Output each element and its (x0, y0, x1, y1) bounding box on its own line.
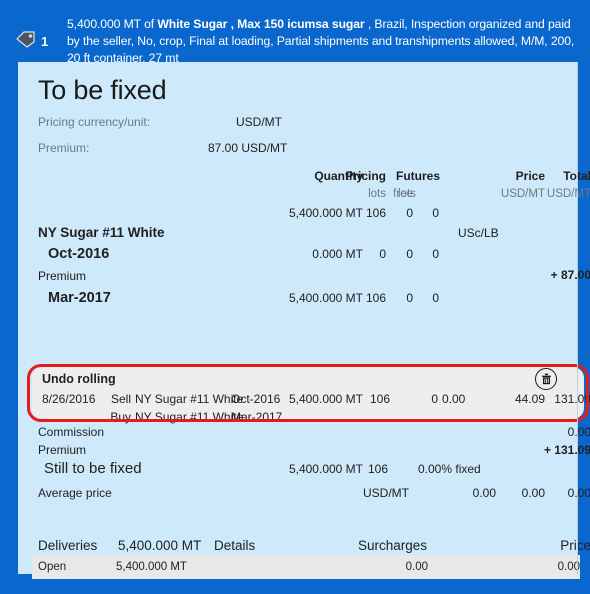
undo-rolling-side-1: Sell (110, 392, 131, 406)
delivery-surcharges: 0.00 (405, 561, 428, 573)
col-subheader-futures-lots: lots (398, 188, 416, 200)
undo-rolling-futures-lots: 0 (431, 392, 438, 406)
instrument-group-name: NY Sugar #11 White (38, 225, 165, 240)
still-to-be-fixed-quantity: 5,400.000 MT (288, 462, 363, 476)
commission-value: 0.00 (567, 425, 590, 439)
month-row-mar-2017-futures-lots: 0 (432, 291, 439, 305)
average-price-unit: USD/MT (363, 486, 409, 500)
still-to-be-fixed-label: Still to be fixed (44, 460, 142, 477)
to-be-fixed-panel: To be fixed Pricing currency/unit: USD/M… (18, 62, 590, 579)
summary-futures-lots: 0 (432, 206, 439, 220)
undo-rolling-futures-value: 0.00 (442, 392, 466, 406)
month-row-oct-2016-name: Oct-2016 (48, 246, 110, 262)
premium-label: Premium: (38, 141, 90, 155)
month-row-mar-2017-name: Mar-2017 (48, 290, 111, 306)
summary-pricing-lots: 106 (365, 206, 386, 220)
month-row-mar-2017-pricing-lots: 106 (365, 291, 386, 305)
undo-rolling-quantity: 5,400.000 MT (288, 392, 363, 406)
undo-rolling-instrument-1: NY Sugar #11 White (135, 392, 244, 406)
undo-rolling-side-2: Buy (110, 410, 131, 424)
premium2-label: Premium (38, 443, 87, 457)
month-row-mar-2017-free: 0 (406, 291, 413, 305)
oct-2016-premium-value: + 87.00 (550, 268, 590, 282)
delivery-row[interactable] (32, 555, 580, 579)
undo-rolling-month-1: Oct-2016 (231, 392, 281, 406)
desc-prefix: 5,400.000 MT of (67, 17, 158, 31)
undo-rolling-title: Undo rolling (42, 372, 116, 386)
deliveries-header-price: Price (560, 538, 590, 553)
average-price-value-3: 0.00 (567, 486, 590, 500)
undo-rolling-date: 8/26/2016 (42, 392, 96, 406)
page-title: To be fixed (38, 75, 167, 105)
premium2-value: + 131.09 (543, 443, 590, 457)
contract-header: 1 5,400.000 MT of White Sugar , Max 150 … (0, 0, 590, 65)
delivery-price: 0.00 (557, 561, 580, 573)
trash-icon[interactable] (535, 368, 557, 390)
undo-rolling-month-2: Mar-2017 (231, 410, 283, 424)
trash-glyph (541, 373, 551, 385)
undo-rolling-pricing-lots: 106 (370, 392, 391, 406)
delivery-status: Open (38, 561, 67, 573)
app-window: 1 5,400.000 MT of White Sugar , Max 150 … (0, 0, 590, 594)
average-price-label: Average price (38, 486, 112, 500)
deliveries-header-details: Details (214, 538, 256, 553)
deliveries-header-quantity: 5,400.000 MT (118, 538, 202, 553)
summary-free: 0 (406, 206, 413, 220)
pricing-currency-label: Pricing currency/unit: (38, 115, 151, 129)
contract-description: 5,400.000 MT of White Sugar , Max 150 ic… (67, 16, 582, 67)
undo-rolling-instrument-2: NY Sugar #11 White (135, 410, 244, 424)
instrument-group-unit: USc/LB (458, 226, 499, 240)
month-row-oct-2016-free: 0 (406, 247, 413, 261)
oct-2016-premium-label: Premium (38, 269, 87, 283)
premium-value: 87.00 USD/MT (208, 141, 288, 155)
deliveries-header-surcharges: Surcharges (358, 538, 428, 553)
col-subheader-total-unit: USD/MT (546, 188, 590, 200)
month-row-oct-2016-futures-lots: 0 (432, 247, 439, 261)
tag-number: 1 (41, 33, 49, 49)
tag-badge: 1 (14, 28, 70, 54)
still-to-be-fixed-lots: 106 (368, 462, 389, 476)
commission-label: Commission (38, 425, 105, 439)
undo-rolling-total: 131.09 (554, 392, 590, 406)
col-header-futures: Futures (395, 169, 440, 183)
pricing-currency-value: USD/MT (236, 115, 282, 129)
price-tag-icon (14, 30, 36, 53)
month-row-oct-2016-pricing-lots: 0 (379, 247, 386, 261)
delivery-quantity: 5,400.000 MT (116, 561, 187, 573)
still-to-be-fixed-pct: 0.00% fixed (418, 462, 481, 476)
deliveries-header-label: Deliveries (38, 538, 98, 553)
col-header-total: Total (563, 169, 590, 183)
desc-bold: White Sugar , Max 150 icumsa sugar (157, 17, 365, 31)
